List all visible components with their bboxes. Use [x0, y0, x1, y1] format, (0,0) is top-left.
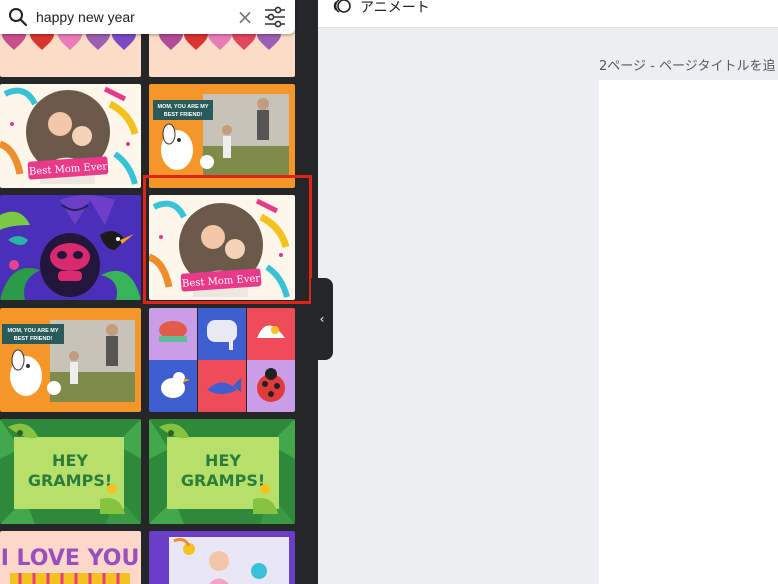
template-i-love-you[interactable]: I LOVE YOU — [0, 531, 141, 584]
template-mom-best-friend-2[interactable]: MOM, YOU ARE MY BEST FRIEND! — [0, 308, 141, 412]
svg-text:I LOVE YOU: I LOVE YOU — [1, 546, 140, 571]
animate-button[interactable]: アニメート — [360, 0, 430, 17]
animate-icon[interactable] — [332, 0, 352, 16]
template-animal-grid[interactable] — [149, 308, 295, 412]
template-best-mom-ever[interactable]: Best Mom Ever — [0, 84, 141, 188]
svg-text:GRAMPS!: GRAMPS! — [28, 471, 112, 490]
svg-text:HEY: HEY — [52, 451, 88, 470]
templates-panel: × — [0, 0, 318, 584]
svg-text:GRAMPS!: GRAMPS! — [181, 471, 265, 490]
page-canvas[interactable] — [599, 80, 778, 584]
template-jungle-gorilla[interactable] — [0, 195, 141, 300]
template-hey-gramps-right[interactable]: HEY GRAMPS! — [149, 419, 295, 524]
search-icon — [9, 8, 28, 27]
filter-settings-icon[interactable] — [263, 6, 287, 28]
svg-text:HEY: HEY — [205, 451, 241, 470]
page-title-label[interactable]: 2ページ - ページタイトルを追 — [599, 55, 775, 74]
search-bar: × — [0, 0, 295, 34]
svg-text:BEST FRIEND!: BEST FRIEND! — [164, 112, 203, 118]
template-hey-gramps-left[interactable]: HEY GRAMPS! — [0, 419, 141, 524]
svg-text:MOM, YOU ARE MY: MOM, YOU ARE MY — [157, 104, 208, 110]
template-purple-photo[interactable] — [149, 531, 295, 584]
search-input[interactable] — [36, 6, 226, 28]
editor-toolbar: アニメート — [318, 0, 778, 28]
collapse-panel-button[interactable]: ‹ — [311, 278, 333, 360]
clear-icon[interactable]: × — [234, 6, 256, 28]
svg-text:MOM, YOU ARE MY: MOM, YOU ARE MY — [7, 328, 58, 334]
template-mom-best-friend[interactable]: MOM, YOU ARE MY BEST FRIEND! — [149, 84, 295, 188]
template-best-mom-ever-selected[interactable]: Best Mom Ever — [149, 195, 295, 300]
editor-root: × — [0, 0, 778, 584]
svg-text:BEST FRIEND!: BEST FRIEND! — [14, 336, 53, 342]
